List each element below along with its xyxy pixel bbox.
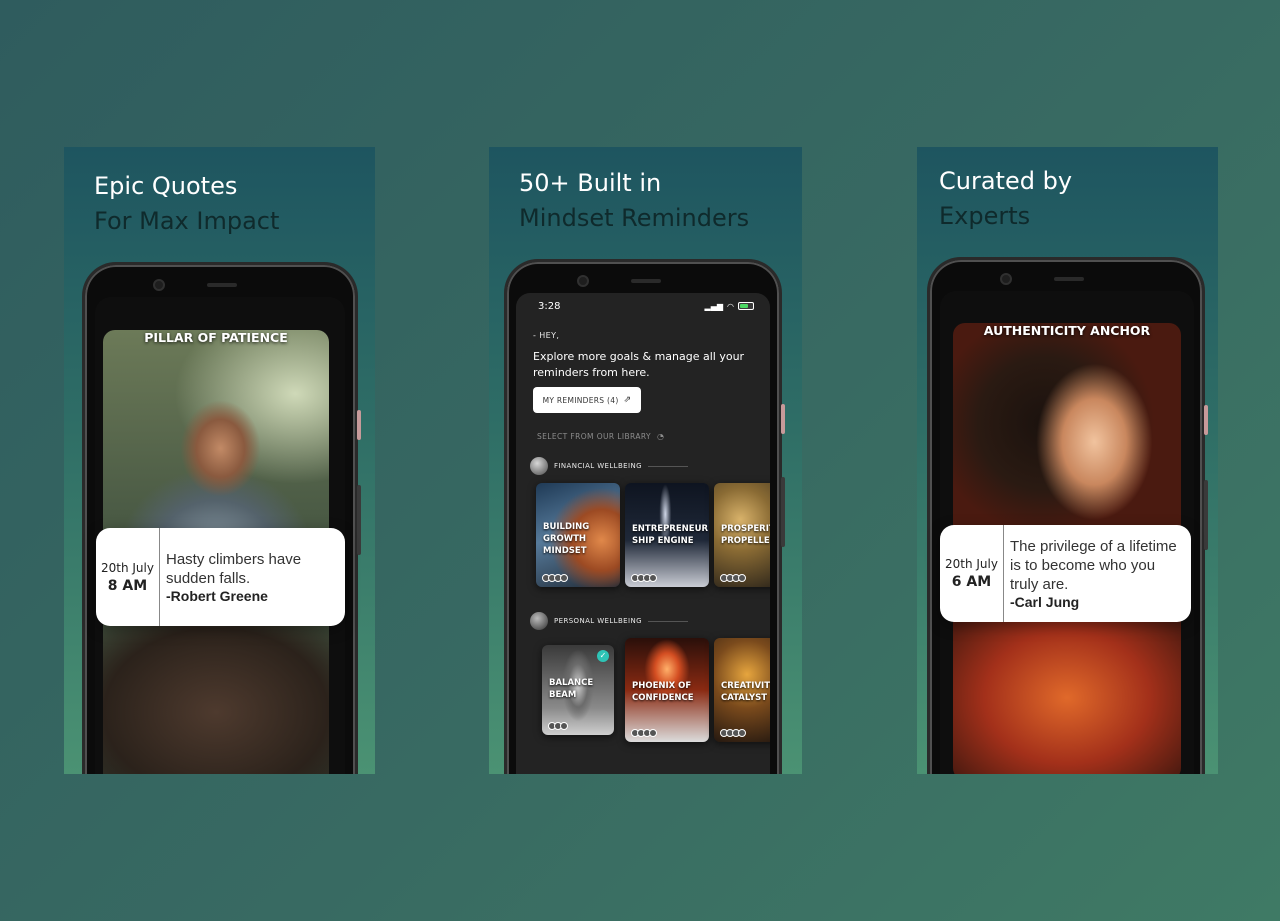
photo-title: PILLAR OF PATIENCE xyxy=(144,330,288,345)
wifi-icon: ◠ xyxy=(727,301,734,311)
eye-icon: ◔ xyxy=(656,432,664,441)
app-screen: 3:28 ▂▄▆ ◠ - HEY, Explore more goals & m… xyxy=(516,293,770,774)
photo-title: AUTHENTICITY ANCHOR xyxy=(983,323,1151,338)
volume-button xyxy=(1204,480,1208,550)
reminder-card[interactable]: ENTREPRENEUR SHIP ENGINE xyxy=(625,483,709,587)
volume-button xyxy=(357,485,361,555)
reminder-card[interactable]: PROSPERITY PROPELLER xyxy=(714,483,770,587)
status-icons: ▂▄▆ ◠ xyxy=(705,302,754,311)
card-avatars xyxy=(548,722,568,730)
quote-date: 20th July xyxy=(945,557,998,571)
signal-icon: ▂▄▆ xyxy=(704,301,724,311)
heading-line-1: 50+ Built in xyxy=(519,169,662,197)
quote-time: 8 AM xyxy=(107,577,148,594)
promo-panel-mindset-reminders: 50+ Built in Mindset Reminders 3:28 ▂▄▆ … xyxy=(489,147,802,774)
power-button xyxy=(781,404,785,434)
reminder-card[interactable]: ✓ BALANCE BEAM xyxy=(542,645,614,735)
category-divider xyxy=(647,465,688,467)
my-reminders-label: MY REMINDERS (4) xyxy=(542,395,619,405)
earpiece-speaker xyxy=(1054,277,1084,281)
status-bar: 3:28 ▂▄▆ ◠ xyxy=(516,293,770,319)
quote-card: 20th July 6 AM The privilege of a lifeti… xyxy=(940,525,1191,622)
quote-body: Hasty climbers have sudden falls. -Rober… xyxy=(160,528,340,626)
quote-text: Hasty climbers have sudden falls. xyxy=(166,551,302,587)
category-name: FINANCIAL WELLBEING xyxy=(554,462,642,470)
card-avatars xyxy=(542,574,568,582)
earpiece-speaker xyxy=(207,283,237,287)
check-icon: ✓ xyxy=(597,650,609,662)
earpiece-speaker xyxy=(631,279,661,283)
heading-line-1: Epic Quotes xyxy=(94,172,238,200)
heading-line-2: For Max Impact xyxy=(94,207,280,235)
phone-frame: AUTHENTICITY ANCHOR xyxy=(927,257,1208,774)
intro-text: Explore more goals & manage all your rem… xyxy=(533,350,745,379)
promo-panel-curated: Curated by Experts AUTHENTICITY ANCHOR 2… xyxy=(917,147,1218,774)
quote-text: The privilege of a lifetime is to become… xyxy=(1010,538,1177,593)
greeting: - HEY, xyxy=(533,331,560,340)
quote-time: 6 AM xyxy=(951,574,992,590)
card-avatars xyxy=(631,729,657,737)
card-title: BALANCE BEAM xyxy=(549,678,594,700)
heading-line-2: Experts xyxy=(939,202,1031,230)
external-link-icon: ⇗ xyxy=(623,395,632,405)
heading-line-1: Curated by xyxy=(939,167,1073,195)
card-title: PHOENIX OF CONFIDENCE xyxy=(632,681,694,703)
category-divider xyxy=(647,620,688,622)
battery-icon xyxy=(738,302,754,310)
heading-line-2: Mindset Reminders xyxy=(519,204,750,232)
reminder-card[interactable]: BUILDING GROWTH MINDSET xyxy=(536,483,620,587)
volume-button xyxy=(781,477,785,547)
promo-panel-epic-quotes: Epic Quotes For Max Impact PILLAR OF PAT… xyxy=(64,147,375,774)
card-avatars xyxy=(720,574,746,582)
quote-author: -Carl Jung xyxy=(1010,594,1080,610)
library-label: SELECT FROM OUR LIBRARY xyxy=(537,432,651,441)
front-camera xyxy=(1000,273,1012,285)
category-name: PERSONAL WELLBEING xyxy=(554,617,642,625)
my-reminders-button[interactable]: MY REMINDERS (4) ⇗ xyxy=(533,387,641,413)
phone-frame: PILLAR OF PATIENCE xyxy=(82,262,361,774)
category-header[interactable]: FINANCIAL WELLBEING xyxy=(530,457,770,475)
panel-heading: Curated by Experts xyxy=(939,164,1072,234)
quote-date-block: 20th July 8 AM xyxy=(96,528,160,626)
status-time: 3:28 xyxy=(538,300,561,312)
phone-frame: 3:28 ▂▄▆ ◠ - HEY, Explore more goals & m… xyxy=(504,259,785,774)
reminder-card[interactable]: PHOENIX OF CONFIDENCE xyxy=(625,638,709,742)
panel-heading: Epic Quotes For Max Impact xyxy=(94,169,279,239)
power-button xyxy=(357,410,361,440)
quote-author: -Robert Greene xyxy=(166,588,268,604)
quote-body: The privilege of a lifetime is to become… xyxy=(1004,525,1190,622)
panel-heading: 50+ Built in Mindset Reminders xyxy=(519,166,749,236)
category-avatar xyxy=(530,612,548,630)
card-title: BUILDING GROWTH MINDSET xyxy=(543,522,590,556)
card-avatars xyxy=(720,729,746,737)
reminder-card[interactable]: CREATIVITY CATALYST xyxy=(714,638,770,742)
card-title: ENTREPRENEUR SHIP ENGINE xyxy=(632,524,709,546)
quote-date: 20th July xyxy=(101,560,154,575)
front-camera xyxy=(153,279,165,291)
category-avatar xyxy=(530,457,548,475)
category-header[interactable]: PERSONAL WELLBEING xyxy=(530,612,770,630)
quote-date-block: 20th July 6 AM xyxy=(940,525,1004,622)
library-label-row: SELECT FROM OUR LIBRARY ◔ xyxy=(537,432,664,441)
power-button xyxy=(1204,405,1208,435)
card-title: PROSPERITY PROPELLER xyxy=(721,524,770,546)
quote-card: 20th July 8 AM Hasty climbers have sudde… xyxy=(96,528,345,626)
front-camera xyxy=(577,275,589,287)
card-avatars xyxy=(631,574,657,582)
card-title: CREATIVITY CATALYST xyxy=(721,681,770,703)
